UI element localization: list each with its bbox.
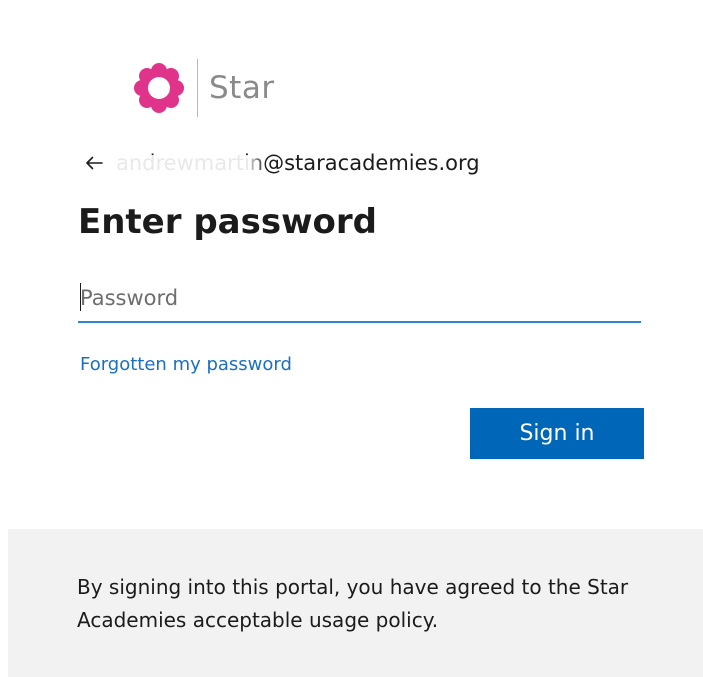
star-academies-flower-icon <box>134 63 184 113</box>
identity-row: andrewmartin@staracademies.org <box>84 148 480 179</box>
account-email-text: andrewmartin@staracademies.org <box>116 150 480 175</box>
forgot-password-link[interactable]: Forgotten my password <box>80 354 292 376</box>
sign-in-button[interactable]: Sign in <box>470 408 644 459</box>
brand-logo: Star <box>134 59 275 117</box>
text-caret <box>80 283 81 311</box>
arrow-left-icon[interactable] <box>84 153 104 173</box>
page-title: Enter password <box>78 202 377 242</box>
logo-divider <box>197 59 198 117</box>
usage-policy-notice: By signing into this portal, you have ag… <box>8 529 703 677</box>
password-input[interactable] <box>78 275 641 323</box>
sign-in-page: Star andrewmartin@staracademies.org Ente… <box>0 0 703 677</box>
usage-policy-text: By signing into this portal, you have ag… <box>77 575 629 632</box>
account-email: andrewmartin@staracademies.org <box>116 150 480 179</box>
brand-name: Star <box>209 69 275 106</box>
